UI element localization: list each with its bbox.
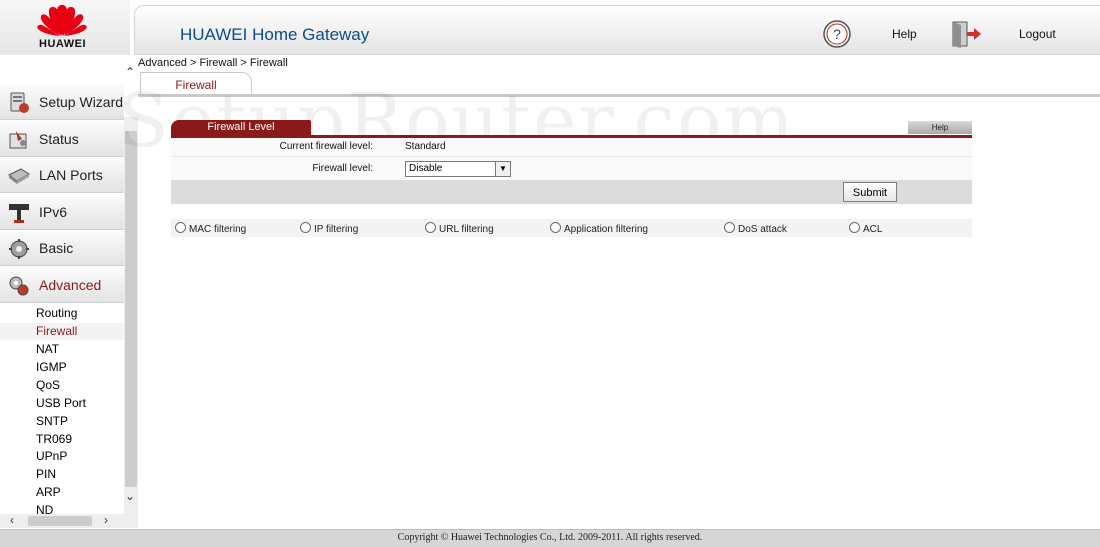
sidebar-subitem-nat[interactable]: NAT [0, 341, 124, 358]
help-link[interactable]: Help [892, 27, 917, 41]
scroll-right-icon[interactable]: › [104, 513, 108, 527]
radio-dos-attack[interactable]: DoS attack [724, 222, 787, 235]
lan-ports-icon [8, 168, 30, 184]
sidebar-item-lan-ports[interactable]: LAN Ports [0, 158, 124, 193]
copyright-text: Copyright © Huawei Technologies Co., Ltd… [397, 532, 703, 543]
help-icon[interactable]: ? [823, 20, 851, 48]
radio-label: DoS attack [738, 224, 787, 235]
sidebar-vertical-scrollbar[interactable] [124, 117, 138, 528]
huawei-logo: HUAWEI [0, 0, 130, 55]
firewall-level-label: Firewall level: [312, 163, 373, 174]
radio-circle-icon[interactable] [550, 222, 561, 233]
radio-mac-filtering[interactable]: MAC filtering [175, 222, 246, 235]
header-bar: HUAWEI Home Gateway ? Help Logout [134, 5, 1100, 55]
advanced-icon [9, 276, 29, 296]
sidebar-item-label: Advanced [39, 277, 102, 293]
scrollbar-thumb[interactable] [125, 131, 137, 487]
footer: Copyright © Huawei Technologies Co., Ltd… [0, 529, 1100, 547]
sidebar-item-label: LAN Ports [39, 167, 103, 183]
current-level-value: Standard [405, 141, 446, 152]
radio-label: MAC filtering [189, 224, 247, 235]
submit-row: Submit [171, 180, 972, 204]
current-level-row: Current firewall level: Standard [171, 138, 972, 157]
logout-link[interactable]: Logout [1019, 27, 1056, 41]
sidebar: Setup Wizard Status LAN Ports IPv6 Basic [0, 55, 138, 528]
basic-icon [9, 239, 29, 259]
sidebar-subitem-usb-port[interactable]: USB Port [0, 395, 124, 412]
sidebar-subitem-sntp[interactable]: SNTP [0, 413, 124, 430]
sidebar-subitem-pin[interactable]: PIN [0, 466, 124, 483]
firewall-level-select[interactable]: Disable ▼ [405, 161, 511, 177]
sidebar-item-basic[interactable]: Basic [0, 231, 124, 266]
scrollbar-thumb[interactable] [28, 516, 92, 526]
radio-ip-filtering[interactable]: IP filtering [300, 222, 358, 235]
brand-name: HUAWEI [39, 38, 86, 50]
tab-firewall[interactable]: Firewall [140, 72, 252, 94]
sidebar-subitem-qos[interactable]: QoS [0, 377, 124, 394]
radio-label: URL filtering [439, 224, 494, 235]
scroll-down-icon[interactable]: ⌄ [125, 489, 135, 503]
status-icon [9, 131, 27, 149]
huawei-flower-icon [37, 4, 87, 37]
logout-icon[interactable] [950, 20, 982, 48]
sidebar-item-label: Basic [39, 240, 74, 256]
scroll-up-icon[interactable]: ⌃ [125, 65, 135, 79]
radio-circle-icon[interactable] [425, 222, 436, 233]
sidebar-subitem-routing[interactable]: Routing [0, 305, 124, 322]
radio-application-filtering[interactable]: Application filtering [550, 222, 648, 235]
section-title: Firewall Level [171, 120, 311, 135]
sidebar-item-advanced[interactable]: Advanced [0, 268, 124, 303]
section-help-button[interactable]: Help [908, 121, 972, 134]
radio-circle-icon[interactable] [849, 222, 860, 233]
sidebar-subitem-igmp[interactable]: IGMP [0, 359, 124, 376]
sidebar-item-status[interactable]: Status [0, 122, 124, 157]
tab-divider [138, 94, 1100, 97]
radio-url-filtering[interactable]: URL filtering [425, 222, 494, 235]
radio-label: Application filtering [564, 224, 648, 235]
app-title: HUAWEI Home Gateway [180, 25, 370, 44]
current-level-label: Current firewall level: [279, 141, 373, 152]
radio-circle-icon[interactable] [300, 222, 311, 233]
radio-label: ACL [863, 224, 883, 235]
chevron-down-icon[interactable]: ▼ [495, 162, 510, 176]
firewall-level-row: Firewall level: Disable ▼ [171, 157, 972, 181]
sidebar-subitem-tr069[interactable]: TR069 [0, 431, 124, 448]
radio-acl[interactable]: ACL [849, 222, 882, 235]
sidebar-item-label: IPv6 [39, 204, 68, 220]
radio-label: IP filtering [314, 224, 359, 235]
breadcrumb: Advanced > Firewall > Firewall [138, 57, 288, 69]
sidebar-subitem-arp[interactable]: ARP [0, 484, 124, 501]
radio-circle-icon[interactable] [175, 222, 186, 233]
submit-button[interactable]: Submit [843, 182, 897, 202]
svg-text:?: ? [833, 26, 841, 42]
sidebar-subitem-firewall[interactable]: Firewall [0, 323, 124, 340]
section-header: Firewall Level Help [171, 120, 972, 138]
firewall-level-selected: Disable [409, 163, 443, 174]
wizard-icon [10, 92, 29, 113]
sidebar-item-label: Setup Wizard [39, 94, 124, 110]
scroll-left-icon[interactable]: ‹ [10, 513, 14, 527]
radio-circle-icon[interactable] [724, 222, 735, 233]
sidebar-item-setup-wizard[interactable]: Setup Wizard [0, 85, 124, 120]
sidebar-subitem-upnp[interactable]: UPnP [0, 448, 124, 465]
sidebar-item-label: Status [39, 131, 79, 147]
sidebar-item-ipv6[interactable]: IPv6 [0, 195, 124, 230]
filter-options-row: MAC filtering IP filtering URL filtering… [171, 219, 972, 237]
ipv6-icon [9, 204, 29, 223]
